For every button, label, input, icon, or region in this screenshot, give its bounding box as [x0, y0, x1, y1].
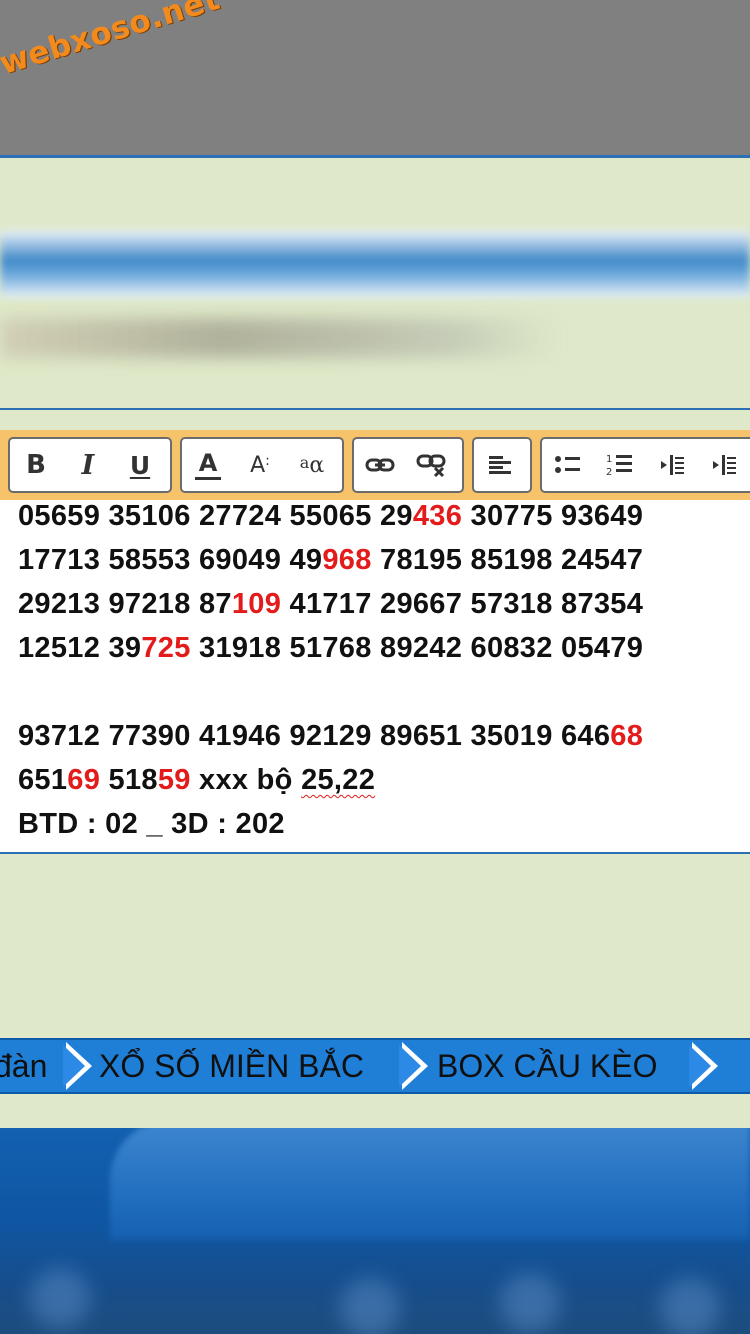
italic-icon: I — [81, 449, 95, 481]
content-line: 05659 35106 27724 55065 29436 30775 9364… — [18, 500, 643, 533]
toolbar-group-list: 12 — [540, 437, 750, 493]
nav-separator-arrow-icon — [689, 1042, 718, 1090]
content-text: xxx bộ — [190, 764, 302, 796]
svg-text:1: 1 — [606, 454, 612, 465]
content-text: 05659 35106 27724 55065 29 — [18, 500, 413, 532]
content-text: 651 — [18, 764, 68, 796]
font-family-button[interactable]: aα — [286, 439, 338, 491]
footer-bubble — [30, 1268, 90, 1328]
blurred-title-text — [0, 318, 560, 358]
font-color-bar — [195, 476, 221, 480]
font-color-glyph: A — [198, 448, 218, 477]
content-text: 31918 51768 89242 60832 05479 — [190, 632, 644, 664]
footer-bubble — [660, 1278, 720, 1334]
category-nav-bar: đàn XỔ SỐ MIỀN BẮC BOX CẦU KÈO — [0, 1038, 750, 1094]
nav-separator-arrow-icon — [63, 1042, 92, 1090]
toolbar-group-text-style: B I U — [8, 437, 172, 493]
content-text: 17713 58553 69049 49 — [18, 544, 323, 576]
highlighted-number: 725 — [141, 632, 191, 664]
bullet-list-button[interactable] — [542, 439, 594, 491]
editor-content[interactable]: 05659 35106 27724 55065 29436 30775 9364… — [0, 500, 750, 854]
nav-item-dan[interactable]: đàn — [0, 1040, 47, 1092]
content-line: BTD : 02 _ 3D : 202 — [18, 808, 285, 841]
font-color-button[interactable]: A — [182, 439, 234, 491]
font-size-button[interactable]: A: — [234, 439, 286, 491]
unlink-button[interactable] — [406, 439, 458, 491]
unlink-icon — [416, 452, 448, 478]
footer-wave — [110, 1128, 750, 1240]
outdent-icon — [658, 453, 686, 477]
highlighted-number: 436 — [412, 500, 463, 532]
italic-button[interactable]: I — [62, 439, 114, 491]
highlighted-number: 68 — [610, 720, 644, 752]
font-family-glyph-2: α — [309, 452, 325, 478]
toolbar-group-font: A A: aα — [180, 437, 344, 493]
font-size-icon: A: — [250, 453, 270, 478]
content-text: 12512 39 — [18, 632, 142, 664]
footer-bubble — [500, 1273, 560, 1333]
font-family-icon: aα — [300, 453, 324, 478]
editor-toolbar: B I U A A: aα 1 2 — [0, 430, 750, 500]
font-color-icon: A — [195, 451, 221, 480]
content-text: 93712 77390 41946 92129 89651 35019 646 — [18, 720, 611, 752]
nav-item-box-cau-keo[interactable]: BOX CẦU KÈO — [437, 1040, 658, 1092]
numbered-list-button[interactable]: 12 — [594, 439, 646, 491]
bold-icon: B — [26, 450, 46, 480]
content-text: 41717 29667 57318 87354 — [281, 588, 644, 620]
align-left-button[interactable] — [474, 439, 526, 491]
content-line: 29213 97218 87109 41717 29667 57318 8735… — [18, 588, 643, 621]
font-size-glyph: A — [250, 452, 266, 478]
content-text: 29213 97218 87 — [18, 588, 232, 620]
content-text: 518 — [100, 764, 158, 796]
link-button[interactable] — [354, 439, 406, 491]
font-size-dots: : — [265, 452, 270, 469]
outdent-button[interactable] — [646, 439, 698, 491]
indent-button[interactable] — [698, 439, 750, 491]
underline-icon: U — [129, 450, 151, 480]
bullet-list-icon — [554, 453, 582, 477]
footer-bubble — [340, 1278, 400, 1334]
content-line: 17713 58553 69049 49968 78195 85198 2454… — [18, 544, 643, 577]
highlighted-number: 69 — [67, 764, 101, 796]
content-line: 93712 77390 41946 92129 89651 35019 6466… — [18, 720, 643, 753]
link-icon — [365, 455, 395, 475]
content-text: 78195 85198 24547 — [371, 544, 644, 576]
highlighted-number: 109 — [231, 588, 282, 620]
nav-separator-arrow-icon — [399, 1042, 428, 1090]
toolbar-group-align — [472, 437, 532, 493]
content-line: 12512 39725 31918 51768 89242 60832 0547… — [18, 632, 643, 665]
blurred-header-band — [0, 230, 750, 298]
bold-button[interactable]: B — [10, 439, 62, 491]
editor-top-border — [0, 408, 750, 410]
indent-icon — [710, 453, 738, 477]
nav-item-xo-so-mien-bac[interactable]: XỔ SỐ MIỀN BẮC — [99, 1040, 364, 1092]
content-text: 30775 93649 — [462, 500, 644, 532]
toolbar-group-link — [352, 437, 464, 493]
content-text: BTD : 02 _ 3D : 202 — [18, 808, 285, 840]
numbered-list-icon: 12 — [606, 452, 634, 478]
footer-background — [0, 1128, 750, 1334]
underline-button[interactable]: U — [114, 439, 166, 491]
spellcheck-text: 25,22 — [301, 764, 376, 796]
font-family-glyph: a — [299, 452, 310, 472]
content-line: 65169 51859 xxx bộ 25,22 — [18, 764, 375, 797]
highlighted-number: 968 — [322, 544, 372, 576]
align-left-icon — [487, 454, 513, 476]
highlighted-number: 59 — [157, 764, 191, 796]
svg-text:2: 2 — [606, 467, 612, 478]
